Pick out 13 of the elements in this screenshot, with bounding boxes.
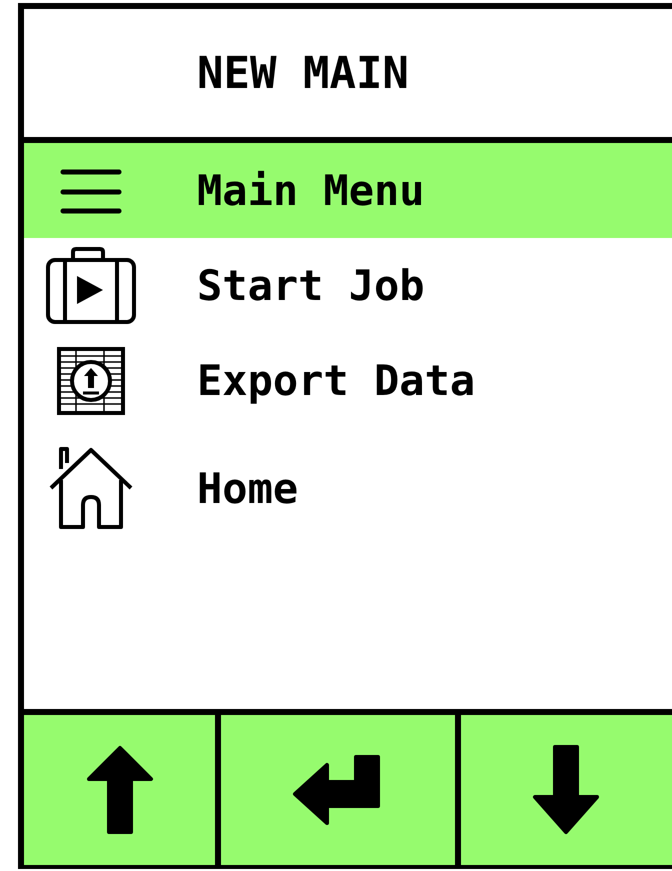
down-arrow-icon <box>531 744 601 836</box>
enter-button[interactable] <box>221 715 461 865</box>
menu-item[interactable]: Home <box>24 428 672 548</box>
screen-title: NEW MAIN <box>197 48 409 98</box>
menu-item[interactable]: Main Menu <box>24 143 672 238</box>
export-data-icon <box>56 346 126 416</box>
menu-item[interactable]: Start Job <box>24 238 672 333</box>
up-button[interactable] <box>24 715 221 865</box>
suitcase-play-icon <box>44 246 136 326</box>
house-icon <box>48 445 134 531</box>
down-button[interactable] <box>461 715 672 865</box>
up-arrow-icon <box>84 745 154 835</box>
menu-item[interactable]: Export Data <box>24 333 672 428</box>
